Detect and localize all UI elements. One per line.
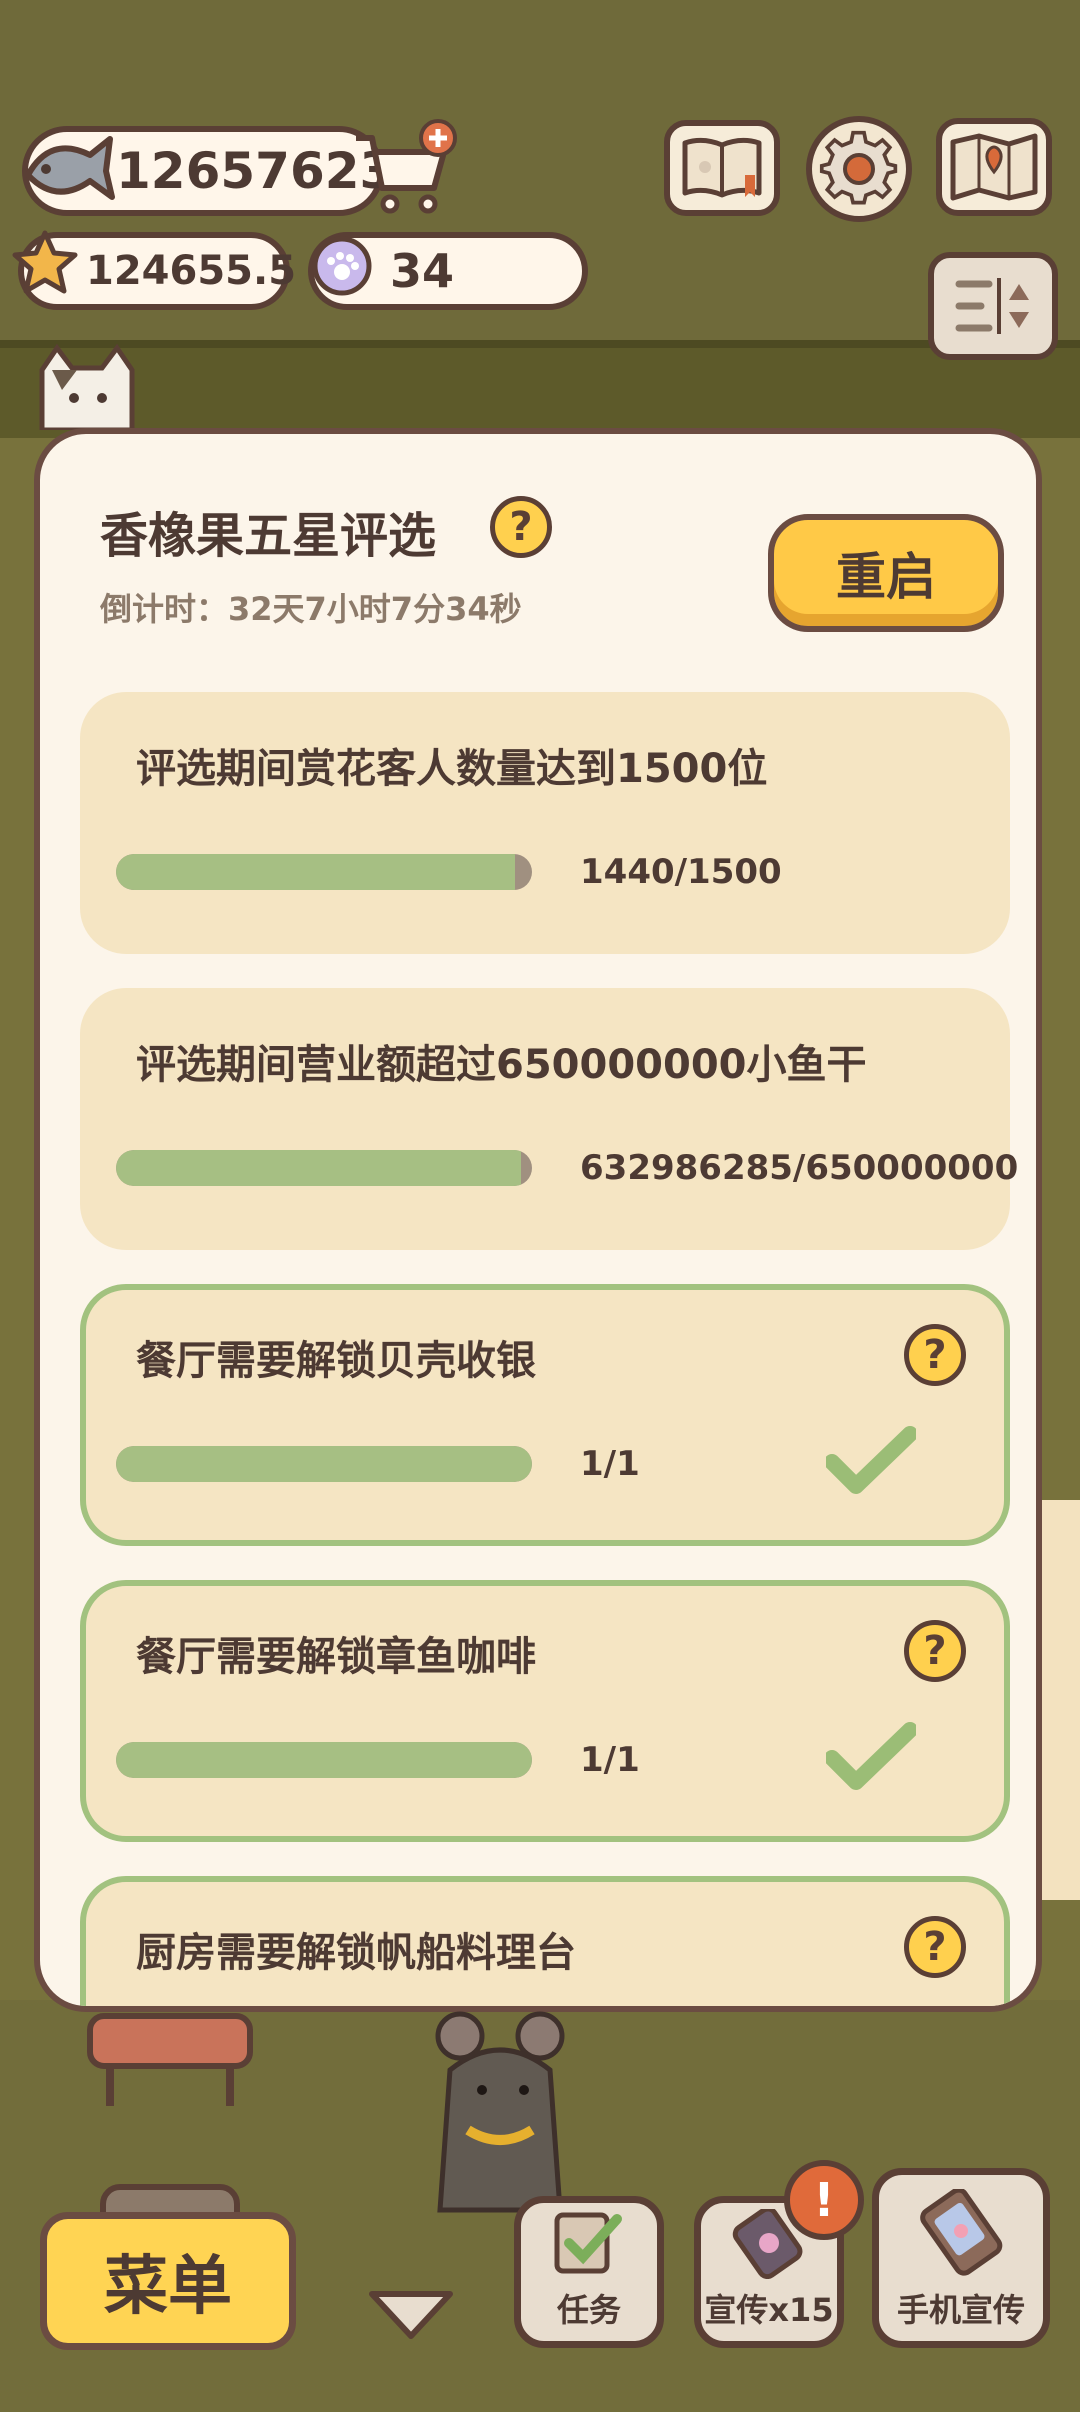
scene-wall-stripe (1040, 1500, 1080, 1900)
task-help-icon[interactable]: ? (904, 1324, 966, 1386)
fish-icon (18, 120, 118, 210)
cat-character-icon (39, 343, 135, 430)
checkmark-icon (826, 1426, 916, 1494)
chair-prop (87, 2013, 253, 2106)
task-card-completed: 厨房需要解锁帆船料理台 ? (80, 1876, 1010, 2006)
promotion-label: 宣传x15 (704, 2291, 834, 2329)
phone-icon (920, 2189, 1003, 2276)
map-button[interactable] (936, 118, 1052, 216)
phone-promotion-label: 手机宣传 (896, 2291, 1025, 2329)
task-card: 评选期间营业额超过650000000小鱼干 632986285/65000000… (80, 988, 1018, 1250)
recipe-book-button[interactable] (664, 120, 780, 216)
star-icon (10, 228, 80, 298)
restart-button[interactable]: 重启 (768, 514, 1004, 632)
task-progress-fill (116, 1446, 532, 1482)
task-card-completed: 餐厅需要解锁贝壳收银 ? 1/1 (80, 1284, 1010, 1546)
star-value: 124655.5 (86, 248, 297, 294)
task-card-completed: 餐厅需要解锁章鱼咖啡 ? 1/1 (80, 1580, 1010, 1842)
task-help-icon[interactable]: ? (904, 1620, 966, 1682)
phone-promotion-button[interactable]: 手机宣传 (872, 2168, 1050, 2348)
sort-icon (955, 278, 1029, 334)
menu-button[interactable]: 菜单 (40, 2212, 296, 2350)
book-icon (682, 137, 762, 198)
task-progress-count: 1440/1500 (580, 852, 782, 892)
paw-token-value: 34 (390, 244, 455, 298)
tasks-label: 任务 (556, 2291, 621, 2329)
task-title: 餐厅需要解锁贝壳收银 (136, 1338, 536, 1384)
settings-button[interactable] (806, 116, 912, 222)
task-progress-fill (116, 854, 516, 890)
task-progress-bar (116, 1446, 532, 1482)
task-progress-count: 1/1 (580, 1444, 640, 1484)
task-progress-count: 632986285/650000000 (580, 1148, 1019, 1188)
task-title: 评选期间赏花客人数量达到1500位 (136, 746, 768, 792)
paw-token-icon (308, 232, 376, 300)
gear-icon (819, 130, 898, 205)
task-help-icon[interactable]: ? (904, 1916, 966, 1978)
task-progress-bar (116, 854, 532, 890)
sort-toggle-button[interactable] (928, 252, 1058, 360)
map-icon (950, 133, 1038, 201)
task-title: 评选期间营业额超过650000000小鱼干 (136, 1042, 867, 1088)
task-progress-bar (116, 1150, 532, 1186)
task-checklist-icon (554, 2212, 622, 2274)
task-progress-fill (116, 1742, 532, 1778)
task-progress-count: 1/1 (580, 1740, 640, 1780)
task-card: 评选期间赏花客人数量达到1500位 1440/1500 (80, 692, 1010, 954)
task-progress-fill (116, 1150, 522, 1186)
shop-cart-icon[interactable] (350, 118, 460, 218)
task-progress-bar (116, 1742, 532, 1778)
countdown-text: 倒计时：32天7小时7分34秒 (100, 590, 522, 628)
title-help-icon[interactable]: ? (490, 496, 552, 558)
checkmark-icon (826, 1722, 916, 1790)
task-title: 餐厅需要解锁章鱼咖啡 (136, 1634, 536, 1680)
five-star-review-panel: 香橡果五星评选 ? 倒计时：32天7小时7分34秒 重启 评选期间赏花客人数量达… (34, 428, 1042, 2012)
task-title: 厨房需要解锁帆船料理台 (136, 1930, 576, 1976)
panel-title: 香橡果五星评选 (100, 508, 437, 564)
alert-badge: ! (784, 2160, 864, 2240)
tasks-button[interactable]: 任务 (514, 2196, 664, 2348)
scene-hedge (0, 340, 1080, 438)
chevron-down-icon[interactable] (366, 2286, 456, 2342)
